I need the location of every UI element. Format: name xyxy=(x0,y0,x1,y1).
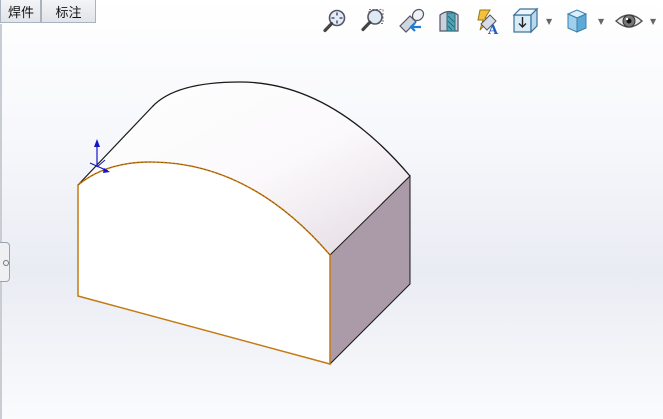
graphics-area[interactable] xyxy=(0,0,663,419)
part-model[interactable] xyxy=(77,81,411,366)
